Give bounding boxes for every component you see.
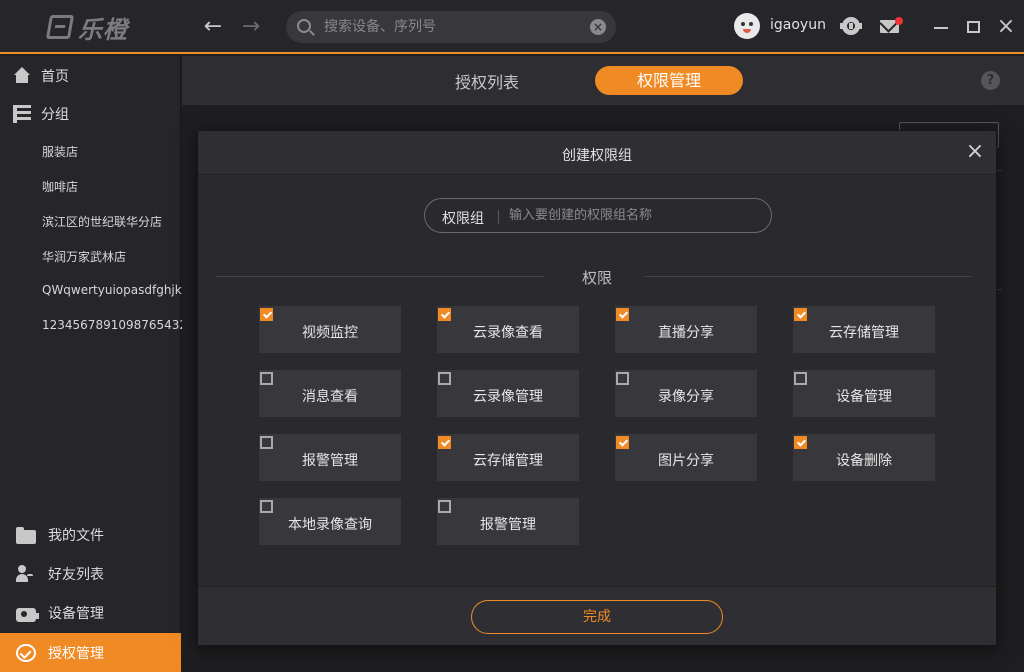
permission-label: 消息查看 — [302, 389, 358, 405]
list-icon — [13, 105, 31, 123]
permission-item[interactable]: 报警管理 — [437, 498, 579, 545]
create-permission-group-dialog: 创建权限组 × 权限组 权限 视频监控云录像查看直播分享云存储管理消息查看云录像… — [197, 130, 997, 646]
notification-dot — [895, 17, 903, 25]
permission-item[interactable]: 云存储管理 — [793, 306, 935, 353]
sidebar-item-group[interactable]: 分组 — [0, 94, 181, 134]
sidebar-item-home[interactable]: 首页 — [0, 56, 181, 96]
permission-label: 视频监控 — [302, 325, 358, 341]
permission-label: 本地录像查询 — [288, 517, 372, 533]
group-name-field: 权限组 — [424, 198, 772, 233]
permission-label: 云录像查看 — [473, 325, 543, 341]
app-logo: 乐橙 — [45, 12, 128, 44]
sidebar-item-my-files[interactable]: 我的文件 — [0, 515, 181, 554]
sidebar-item-label: 好友列表 — [48, 566, 104, 583]
checkbox-unchecked[interactable] — [260, 372, 273, 385]
permission-item[interactable]: 报警管理 — [259, 434, 401, 481]
window-close-icon[interactable]: × — [996, 15, 1016, 39]
sidebar-item-label: 分组 — [41, 107, 69, 123]
device-icon — [16, 607, 39, 622]
permission-label: 云存储管理 — [473, 453, 543, 469]
permission-item[interactable]: 图片分享 — [615, 434, 757, 481]
back-arrow-icon[interactable]: ← — [200, 14, 226, 40]
checkbox-checked[interactable] — [794, 436, 807, 449]
dialog-title: 创建权限组 — [562, 148, 632, 164]
group-item[interactable]: 1234567891098765432­1 — [42, 318, 195, 332]
checkbox-checked[interactable] — [616, 436, 629, 449]
sidebar: 首页 分组 服装店 咖啡店 滨江区的世纪联华分店 华润万家武林店 QWqwert… — [0, 56, 195, 672]
permission-label: 云录像管理 — [473, 389, 543, 405]
permission-item[interactable]: 设备删除 — [793, 434, 935, 481]
group-item[interactable]: 服装店 — [42, 143, 78, 160]
permission-item[interactable]: 本地录像查询 — [259, 498, 401, 545]
checkbox-checked[interactable] — [616, 308, 629, 321]
username[interactable]: igaoyun — [770, 17, 826, 33]
tab-authorization-list[interactable]: 授权列表 — [455, 69, 519, 93]
maximize-icon[interactable] — [967, 21, 980, 33]
checkbox-unchecked[interactable] — [260, 436, 273, 449]
check-circle-icon — [16, 643, 36, 662]
permission-item[interactable]: 直播分享 — [615, 306, 757, 353]
logo-text: 乐橙 — [78, 15, 128, 44]
search-box: × — [286, 11, 616, 43]
permission-label: 设备管理 — [836, 389, 892, 405]
permission-item[interactable]: 设备管理 — [793, 370, 935, 417]
sidebar-item-label: 设备管理 — [48, 605, 104, 622]
group-name-input[interactable] — [509, 199, 759, 232]
permission-item[interactable]: 录像分享 — [615, 370, 757, 417]
avatar[interactable] — [734, 13, 760, 39]
done-button[interactable]: 完成 — [471, 600, 723, 634]
checkbox-unchecked[interactable] — [794, 372, 807, 385]
sidebar-item-label: 授权管理 — [48, 645, 104, 662]
permission-item[interactable]: 消息查看 — [259, 370, 401, 417]
permission-item[interactable]: 云录像管理 — [437, 370, 579, 417]
title-bar: 乐橙 ← → × igaoyun × — [0, 0, 1024, 54]
checkbox-unchecked[interactable] — [616, 372, 629, 385]
friends-icon — [16, 564, 36, 583]
dialog-header: 创建权限组 × — [198, 131, 996, 175]
folder-icon — [16, 526, 36, 544]
sidebar-item-devices[interactable]: 设备管理 — [0, 593, 181, 632]
group-name-label: 权限组 — [442, 211, 484, 227]
permission-item[interactable]: 云录像查看 — [437, 306, 579, 353]
gear-icon[interactable] — [840, 17, 862, 35]
permission-item[interactable]: 视频监控 — [259, 306, 401, 353]
permission-label: 报警管理 — [302, 453, 358, 469]
group-item[interactable]: 滨江区的世纪联华分店 — [42, 213, 162, 230]
minimize-icon[interactable] — [934, 27, 948, 29]
home-icon — [13, 67, 31, 85]
group-item[interactable]: QWqwertyuiopasdfghjk... — [42, 283, 193, 297]
divider — [498, 210, 499, 224]
checkbox-checked[interactable] — [438, 308, 451, 321]
permission-label: 图片分享 — [658, 453, 714, 469]
permission-label: 云存储管理 — [829, 325, 899, 341]
tab-permission-management[interactable]: 权限管理 — [595, 66, 743, 95]
sidebar-item-authorization[interactable]: 授权管理 — [0, 633, 181, 672]
search-icon — [297, 19, 311, 33]
group-item[interactable]: 华润万家武林店 — [42, 248, 126, 265]
sidebar-item-label: 首页 — [41, 69, 69, 85]
checkbox-checked[interactable] — [260, 308, 273, 321]
permission-label: 直播分享 — [658, 325, 714, 341]
checkbox-unchecked[interactable] — [260, 500, 273, 513]
forward-arrow-icon[interactable]: → — [238, 14, 264, 40]
checkbox-checked[interactable] — [438, 436, 451, 449]
close-icon[interactable]: × — [964, 140, 986, 164]
search-input[interactable] — [324, 11, 574, 43]
checkbox-unchecked[interactable] — [438, 372, 451, 385]
permissions-section-title: 权限 — [581, 269, 612, 287]
group-item[interactable]: 咖啡店 — [42, 178, 78, 195]
help-icon[interactable]: ? — [981, 71, 1000, 90]
permission-label: 报警管理 — [480, 517, 536, 533]
logo-mark-icon — [45, 15, 75, 39]
clear-search-icon[interactable]: × — [590, 19, 606, 35]
checkbox-checked[interactable] — [794, 308, 807, 321]
sidebar-item-friends[interactable]: 好友列表 — [0, 554, 181, 593]
permission-item[interactable]: 云存储管理 — [437, 434, 579, 481]
permission-label: 录像分享 — [658, 389, 714, 405]
checkbox-unchecked[interactable] — [438, 500, 451, 513]
sidebar-item-label: 我的文件 — [48, 527, 104, 544]
permission-label: 设备删除 — [836, 453, 892, 469]
dialog-footer: 完成 — [198, 586, 996, 645]
